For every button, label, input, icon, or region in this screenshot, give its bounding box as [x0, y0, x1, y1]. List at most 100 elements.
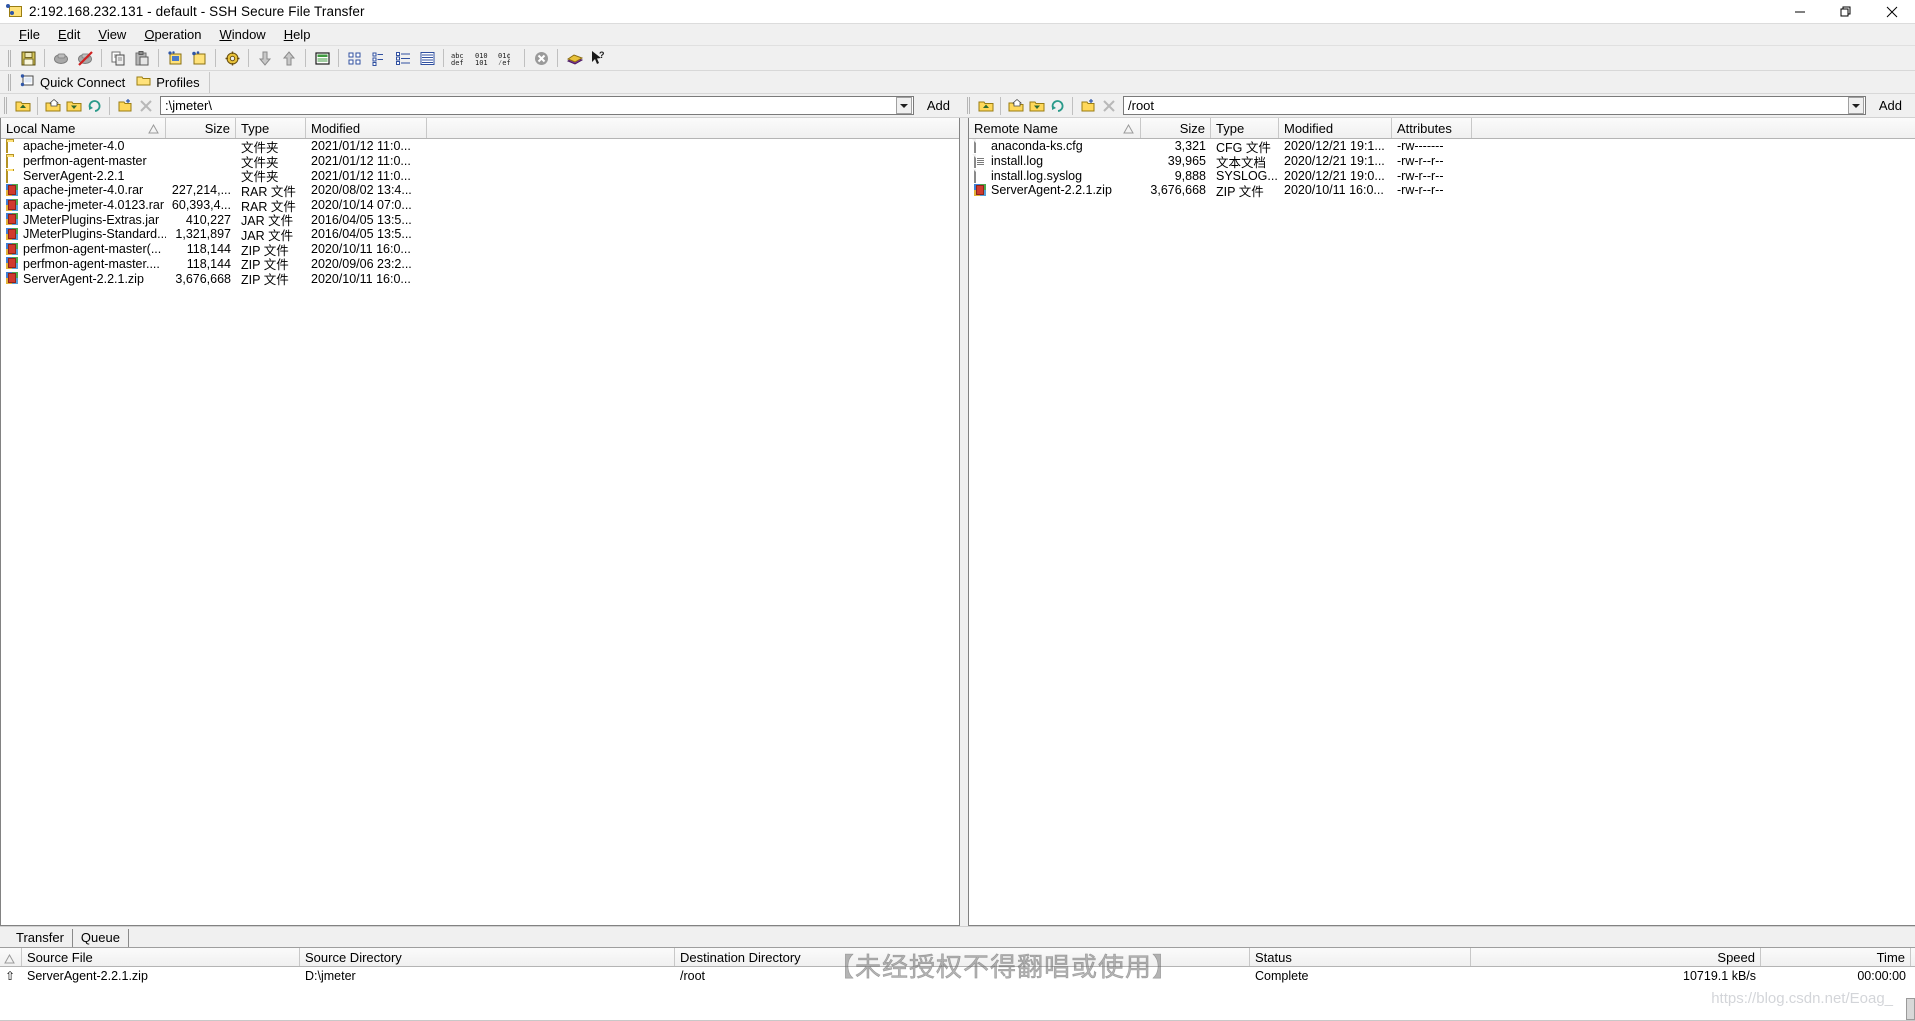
local-row[interactable]: apache-jmeter-4.0 文件夹 2021/01/12 11:0... — [1, 139, 959, 155]
transfer-scrollbar[interactable] — [1906, 998, 1915, 1020]
toolbar-grip[interactable] — [7, 49, 13, 68]
menu-help[interactable]: Help — [275, 25, 320, 44]
menu-file[interactable]: FFileile — [10, 25, 49, 44]
local-row[interactable]: JMeterPlugins-Extras.jar 410,227 JAR 文件 201… — [1, 212, 959, 228]
archive-icon — [6, 227, 19, 241]
transfer-row[interactable]: ⇧ServerAgent-2.2.1.zipD:\jmeter/root3,67… — [0, 967, 1915, 985]
remote-header-remote-name[interactable]: Remote Name — [969, 118, 1141, 138]
local-row[interactable]: perfmon-agent-master(... 118,144 ZIP 文件 202… — [1, 242, 959, 258]
local-row[interactable]: apache-jmeter-4.0.rar 227,214,... RAR 文件 20… — [1, 183, 959, 199]
pane-splitter[interactable] — [960, 118, 968, 926]
transfer-header-source-file[interactable]: Source File — [22, 948, 300, 966]
view-details-grid-icon[interactable] — [415, 47, 439, 69]
remote-up-folder-icon[interactable] — [975, 96, 996, 116]
connect-icon[interactable] — [49, 47, 73, 69]
remote-path-chevron-down-icon[interactable] — [1847, 97, 1864, 114]
local-home-folder-icon[interactable] — [42, 96, 63, 116]
remote-delete-icon[interactable] — [1098, 96, 1119, 116]
remote-row[interactable]: anaconda-ks.cfg 3,321 CFG 文件 2020/12/21 19:… — [969, 139, 1915, 155]
remote-home-folder-icon[interactable] — [1005, 96, 1026, 116]
remote-file-list[interactable]: anaconda-ks.cfg 3,321 CFG 文件 2020/12/21 19:… — [969, 139, 1915, 925]
local-header-local-name[interactable]: Local Name — [1, 118, 166, 138]
view-list-icon[interactable] — [367, 47, 391, 69]
transfer-tabs: Transfer Queue — [0, 927, 1915, 947]
context-help-icon[interactable]: ? — [586, 47, 610, 69]
remote-path-combobox[interactable]: /root — [1123, 96, 1866, 115]
local-row[interactable]: JMeterPlugins-Standard... 1,321,897 JAR 文件… — [1, 227, 959, 243]
transfer-header-source-directory[interactable]: Source Directory — [300, 948, 675, 966]
remote-new-folder-icon[interactable] — [1077, 96, 1098, 116]
disconnect-icon[interactable] — [73, 47, 97, 69]
profiles-button[interactable]: Profiles — [132, 72, 206, 93]
view-detail-icon[interactable] — [310, 47, 334, 69]
upload-icon[interactable] — [277, 47, 301, 69]
remote-root-folder-icon[interactable] — [1026, 96, 1047, 116]
transfer-list[interactable]: ⇧ServerAgent-2.2.1.zipD:\jmeter/root3,67… — [0, 967, 1915, 1021]
local-row[interactable]: perfmon-agent-master.... 118,144 ZIP 文件 202… — [1, 257, 959, 272]
tab-transfer[interactable]: Transfer — [8, 929, 73, 947]
remote-row[interactable]: ServerAgent-2.2.1.zip 3,676,668 ZIP 文件 2020… — [969, 183, 1915, 199]
close-button[interactable] — [1869, 0, 1915, 24]
menu-edit[interactable]: Edit — [49, 25, 89, 44]
transfer-header-sort[interactable] — [0, 948, 22, 966]
local-cell-modified: 2020/10/14 07:0... — [306, 198, 427, 212]
view-report-icon[interactable] — [391, 47, 415, 69]
local-row[interactable]: apache-jmeter-4.0123.rar 60,393,4... RAR 文… — [1, 198, 959, 214]
remote-refresh-icon[interactable] — [1047, 96, 1068, 116]
local-row[interactable]: perfmon-agent-master 文件夹 2021/01/12 11:0..… — [1, 154, 959, 170]
menu-window[interactable]: Window — [210, 25, 274, 44]
minimize-button[interactable] — [1777, 0, 1823, 24]
auto-transfer-icon[interactable]: 01¢ ⁄ef — [496, 47, 520, 69]
tab-queue[interactable]: Queue — [72, 929, 129, 947]
remote-row[interactable]: install.log.syslog 9,888 SYSLOG... 2020/12/… — [969, 168, 1915, 183]
local-add-button[interactable]: Add — [919, 95, 958, 116]
transfer-cell-source_directory: D:\jmeter — [300, 969, 675, 983]
stop-icon[interactable] — [529, 47, 553, 69]
transfer-header-speed[interactable]: Speed — [1471, 948, 1761, 966]
download-icon[interactable] — [253, 47, 277, 69]
help-book-icon[interactable] — [562, 47, 586, 69]
quick-connect-button[interactable]: Quick Connect — [16, 72, 132, 93]
ascii-transfer-icon[interactable]: abc def — [448, 47, 472, 69]
local-up-folder-icon[interactable] — [12, 96, 33, 116]
remote-header-size[interactable]: Size — [1141, 118, 1211, 138]
local-row[interactable]: ServerAgent-2.2.1 文件夹 2021/01/12 11:0... — [1, 168, 959, 184]
menu-operation[interactable]: Operation — [135, 25, 210, 44]
remote-cell-size: 9,888 — [1141, 169, 1211, 183]
transfer-header-status[interactable]: Status — [1250, 948, 1471, 966]
transfer-header-time[interactable]: Time — [1761, 948, 1911, 966]
settings-icon[interactable] — [220, 47, 244, 69]
maximize-button[interactable] — [1823, 0, 1869, 24]
local-path-chevron-down-icon[interactable] — [895, 97, 912, 114]
local-header-size[interactable]: Size — [166, 118, 236, 138]
remote-path-grip[interactable] — [966, 96, 972, 115]
local-path-grip[interactable] — [3, 96, 9, 115]
new-terminal-icon[interactable] — [163, 47, 187, 69]
menu-view[interactable]: View — [89, 25, 135, 44]
local-root-folder-icon[interactable] — [63, 96, 84, 116]
copy-icon[interactable] — [106, 47, 130, 69]
local-refresh-icon[interactable] — [84, 96, 105, 116]
remote-cell-name: ServerAgent-2.2.1.zip — [969, 183, 1141, 197]
svg-text:101: 101 — [475, 59, 488, 67]
new-file-transfer-icon[interactable] — [187, 47, 211, 69]
transfer-header-destination-directory[interactable]: Destination Directory — [675, 948, 1250, 966]
remote-row[interactable]: install.log 39,965 文本文档 2020/12/21 19:1... -… — [969, 154, 1915, 170]
local-header-modified[interactable]: Modified — [306, 118, 427, 138]
transfer-panel: Transfer Queue Source File Source Directo… — [0, 926, 1915, 1021]
local-delete-icon[interactable] — [135, 96, 156, 116]
binary-transfer-icon[interactable]: 010 101 — [472, 47, 496, 69]
remote-add-button[interactable]: Add — [1871, 95, 1910, 116]
save-icon[interactable] — [16, 47, 40, 69]
paste-icon[interactable] — [130, 47, 154, 69]
view-small-icons-icon[interactable] — [343, 47, 367, 69]
local-file-list[interactable]: apache-jmeter-4.0 文件夹 2021/01/12 11:0... pe… — [1, 139, 959, 925]
connect-bar-grip[interactable] — [7, 73, 13, 92]
remote-header-modified[interactable]: Modified — [1279, 118, 1392, 138]
remote-header-type[interactable]: Type — [1211, 118, 1279, 138]
local-row[interactable]: ServerAgent-2.2.1.zip 3,676,668 ZIP 文件 2020… — [1, 271, 959, 287]
local-header-type[interactable]: Type — [236, 118, 306, 138]
remote-header-attributes[interactable]: Attributes — [1392, 118, 1472, 138]
local-path-combobox[interactable]: :\jmeter\ — [160, 96, 914, 115]
local-new-folder-icon[interactable] — [114, 96, 135, 116]
